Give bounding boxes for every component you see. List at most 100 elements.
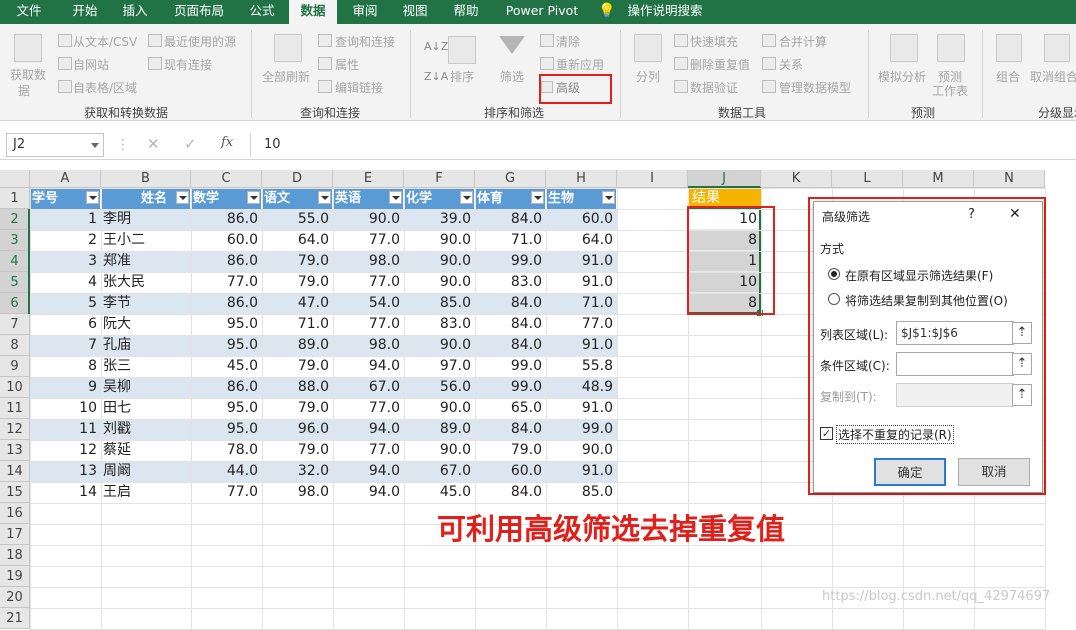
- table-cell[interactable]: 95.0: [191, 335, 262, 356]
- table-cell[interactable]: 56.0: [404, 377, 475, 398]
- table-cell[interactable]: 1: [30, 209, 101, 230]
- row-header[interactable]: 3: [0, 230, 30, 251]
- table-cell[interactable]: 90.0: [333, 209, 404, 230]
- formula-input[interactable]: 10: [264, 137, 281, 152]
- consolidate-button[interactable]: 合并计算: [779, 33, 827, 50]
- table-cell[interactable]: 79.0: [262, 272, 333, 293]
- column-header[interactable]: D: [262, 170, 333, 188]
- queries-connections-button[interactable]: 查询和连接: [335, 33, 395, 50]
- table-header-cell[interactable]: 语文: [262, 188, 333, 209]
- row-header[interactable]: 18: [0, 545, 30, 566]
- forecast-sheet-button-line2[interactable]: 工作表: [932, 82, 968, 99]
- table-cell[interactable]: 94.0: [333, 356, 404, 377]
- table-cell[interactable]: 83.0: [404, 314, 475, 335]
- table-cell[interactable]: 71.0: [262, 314, 333, 335]
- insert-function-icon[interactable]: fx: [221, 135, 233, 150]
- row-header[interactable]: 19: [0, 566, 30, 587]
- row-header[interactable]: 7: [0, 314, 30, 335]
- manage-data-model-button[interactable]: 管理数据模型: [779, 79, 851, 96]
- tab-insert[interactable]: 插入: [112, 0, 158, 24]
- table-cell[interactable]: 95.0: [191, 398, 262, 419]
- enter-icon[interactable]: ✓: [184, 135, 197, 153]
- table-cell[interactable]: 77.0: [333, 230, 404, 251]
- table-cell[interactable]: 91.0: [546, 461, 617, 482]
- column-header[interactable]: N: [974, 170, 1045, 188]
- table-cell[interactable]: 84.0: [475, 419, 546, 440]
- table-cell[interactable]: 71.0: [475, 230, 546, 251]
- row-header[interactable]: 17: [0, 524, 30, 545]
- sort-button[interactable]: 排序: [450, 68, 474, 85]
- name-box[interactable]: J2: [6, 133, 104, 157]
- filter-button[interactable]: 筛选: [500, 68, 524, 85]
- table-cell[interactable]: 99.0: [475, 377, 546, 398]
- tab-formulas[interactable]: 公式: [240, 0, 284, 24]
- table-cell[interactable]: 90.0: [404, 440, 475, 461]
- table-cell[interactable]: 91.0: [546, 335, 617, 356]
- unique-records-label[interactable]: 选择不重复的记录(R): [836, 425, 954, 444]
- tab-help[interactable]: 帮助: [444, 0, 488, 24]
- table-cell[interactable]: 刘戳: [101, 419, 191, 440]
- flash-fill-button[interactable]: 快速填充: [690, 33, 738, 50]
- what-if-analysis-button[interactable]: 模拟分析: [878, 68, 926, 85]
- row-header[interactable]: 21: [0, 608, 30, 629]
- row-header[interactable]: 14: [0, 461, 30, 482]
- table-cell[interactable]: 89.0: [404, 419, 475, 440]
- filter-dropdown-icon[interactable]: [86, 191, 99, 204]
- table-cell[interactable]: 86.0: [191, 377, 262, 398]
- row-header[interactable]: 8: [0, 335, 30, 356]
- tab-review[interactable]: 审阅: [343, 0, 387, 24]
- row-header[interactable]: 2: [0, 209, 30, 230]
- table-cell[interactable]: 周阚: [101, 461, 191, 482]
- table-cell[interactable]: 李明: [101, 209, 191, 230]
- table-cell[interactable]: 91.0: [546, 272, 617, 293]
- remove-duplicates-button[interactable]: 删除重复值: [690, 56, 750, 73]
- table-cell[interactable]: 77.0: [333, 398, 404, 419]
- row-header[interactable]: 12: [0, 419, 30, 440]
- tab-page-layout[interactable]: 页面布局: [164, 0, 234, 24]
- get-data-button-line2[interactable]: 据: [18, 82, 30, 99]
- column-header[interactable]: L: [832, 170, 903, 188]
- table-cell[interactable]: 64.0: [546, 230, 617, 251]
- sort-az-icon[interactable]: A↓Z: [424, 40, 448, 53]
- table-header-cell[interactable]: 体育: [475, 188, 546, 209]
- table-cell[interactable]: 45.0: [404, 482, 475, 503]
- filter-dropdown-icon[interactable]: [602, 191, 615, 204]
- get-data-button[interactable]: 获取数: [10, 66, 46, 83]
- table-cell[interactable]: 98.0: [262, 482, 333, 503]
- table-cell[interactable]: 99.0: [546, 419, 617, 440]
- table-cell[interactable]: 99.0: [475, 356, 546, 377]
- table-cell[interactable]: 84.0: [475, 335, 546, 356]
- column-header[interactable]: C: [191, 170, 262, 188]
- table-cell[interactable]: 14: [30, 482, 101, 503]
- table-cell[interactable]: 85.0: [404, 293, 475, 314]
- table-cell[interactable]: 12: [30, 440, 101, 461]
- table-cell[interactable]: 79.0: [262, 398, 333, 419]
- row-header[interactable]: 15: [0, 482, 30, 503]
- table-cell[interactable]: 86.0: [191, 293, 262, 314]
- row-header[interactable]: 9: [0, 356, 30, 377]
- table-cell[interactable]: 孔庙: [101, 335, 191, 356]
- row-header[interactable]: 20: [0, 587, 30, 608]
- table-cell[interactable]: 71.0: [546, 293, 617, 314]
- table-cell[interactable]: 91.0: [546, 398, 617, 419]
- filter-dropdown-icon[interactable]: [460, 191, 473, 204]
- column-header[interactable]: J: [688, 170, 761, 188]
- tell-me-search[interactable]: 操作说明搜索: [620, 0, 710, 24]
- from-text-csv-button[interactable]: 从文本/CSV: [73, 33, 137, 50]
- row-header[interactable]: 10: [0, 377, 30, 398]
- select-all-corner[interactable]: [0, 170, 30, 188]
- table-cell[interactable]: 60.0: [475, 461, 546, 482]
- column-header[interactable]: G: [475, 170, 546, 188]
- table-cell[interactable]: 55.0: [262, 209, 333, 230]
- table-header-cell[interactable]: 生物: [546, 188, 617, 209]
- table-cell[interactable]: 65.0: [475, 398, 546, 419]
- table-cell[interactable]: 79.0: [475, 440, 546, 461]
- table-cell[interactable]: 67.0: [333, 377, 404, 398]
- data-validation-button[interactable]: 数据验证: [690, 79, 738, 96]
- option-copy-label[interactable]: 将筛选结果复制到其他位置(O): [845, 292, 1008, 309]
- column-header[interactable]: F: [404, 170, 475, 188]
- group-button[interactable]: 组合: [996, 68, 1020, 85]
- column-header[interactable]: A: [30, 170, 101, 188]
- row-header[interactable]: 5: [0, 272, 30, 293]
- criteria-range-input[interactable]: [896, 352, 1014, 376]
